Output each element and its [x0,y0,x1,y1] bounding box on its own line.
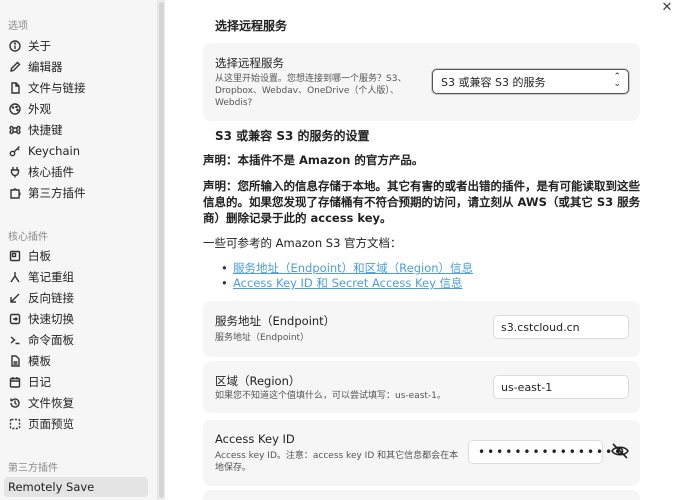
sidebar-item-page-preview[interactable]: 页面预览 [4,414,148,434]
canvas-icon [9,250,21,262]
sidebar-item-label: 关于 [28,39,51,53]
disclaimer-local-line1: 声明：您所输入的信息存储于本地。其它有害的或者出错的插件，是有可能读取到这些 [203,179,640,193]
sidebar-item-label: 命令面板 [28,333,74,347]
section-heading-s3: S3 或兼容 S3 的服务的设置 [215,129,370,143]
sidebar-item-label: 编辑器 [28,60,63,74]
sidebar-scrollbar-thumb[interactable] [159,2,164,498]
setting-next-peek [203,490,640,500]
preview-icon [9,418,21,430]
service-select[interactable]: S3 或兼容 S3 的服务 ⌃ ⌄ [432,69,629,94]
sidebar-item-daily-notes[interactable]: 日记 [4,372,148,392]
history-icon [9,397,21,409]
close-icon[interactable]: ✕ [660,1,674,15]
sidebar-item-label: 文件与链接 [28,81,86,95]
docs-intro: 一些可参考的 Amazon S3 官方文档： [203,236,402,250]
sidebar-item-label: Remotely Save [8,480,95,494]
template-icon [9,355,21,367]
sidebar-item-label: 笔记重组 [28,270,74,284]
sidebar-item-label: 核心插件 [28,165,74,179]
sidebar-item-label: 外观 [28,102,51,116]
sidebar-item-remotely-save[interactable]: Remotely Save [4,477,148,497]
calendar-icon [9,376,21,388]
setting-name: Access Key ID [215,432,295,446]
sidebar-item-community-plugins[interactable]: 第三方插件 [4,183,148,203]
sidebar-item-templates[interactable]: 模板 [4,351,148,371]
sidebar-item-keychain[interactable]: Keychain [4,141,148,161]
sidebar-item-label: 文件恢复 [28,396,74,410]
command-icon [9,124,21,136]
section-heading-choose-service: 选择远程服务 [215,19,288,33]
sidebar-item-label: 反向链接 [28,291,74,305]
sidebar-item-editor[interactable]: 编辑器 [4,57,148,77]
plug-icon [9,166,21,178]
access-key-input[interactable]: •••••••••••••••• [468,440,621,464]
palette-icon [9,103,21,115]
sidebar-item-canvas[interactable]: 白板 [4,246,148,266]
sidebar-item-label: 页面预览 [28,417,74,431]
sidebar-item-label: 日记 [28,375,51,389]
settings-sidebar: 选项 关于 编辑器 文件与链接 外观 快捷键 Keychain 核心插件 第三方… [0,0,158,500]
setting-desc-line2: Dropbox、Webdav、OneDrive（个人版）、 [215,86,399,96]
sidebar-item-appearance[interactable]: 外观 [4,99,148,119]
sidebar-section-options: 选项 [8,21,28,32]
sidebar-item-file-recovery[interactable]: 文件恢复 [4,393,148,413]
disclaimer-official: 声明：本插件不是 Amazon 的官方产品。 [203,153,424,167]
key-icon [9,145,21,157]
pencil-icon [9,61,21,73]
file-icon [9,82,21,94]
merge-icon [9,271,21,283]
eye-off-icon[interactable] [610,442,630,460]
endpoint-input[interactable]: s3.cstcloud.cn [493,315,629,339]
sidebar-item-label: Keychain [28,144,80,158]
bullet: • [221,276,228,290]
info-icon [9,40,21,52]
doc-link-endpoint[interactable]: • 服务地址（Endpoint）和区域（Region）信息 [221,260,473,276]
switch-icon [9,313,21,325]
backlink-icon [9,292,21,304]
setting-name: 选择远程服务 [215,56,284,70]
sidebar-item-about[interactable]: 关于 [4,36,148,56]
sidebar-section-community: 第三方插件 [8,463,58,474]
sidebar-item-command-palette[interactable]: 命令面板 [4,330,148,350]
service-select-value: S3 或兼容 S3 的服务 [441,76,546,89]
disclaimer-local-line2: 信息的。如果您发现了存储桶有不符合预期的访问，请立刻从 AWS（或其它 S3 服… [203,195,641,209]
disclaimer-local-line3: 商）删除记录于此的 access key。 [203,211,392,225]
region-input[interactable]: us-east-1 [493,375,629,399]
setting-desc: 服务地址（Endpoint） [215,333,310,343]
setting-desc-line3: Webdis? [215,98,253,108]
setting-name: 服务地址（Endpoint） [215,314,336,328]
setting-desc-line2: 地保存。 [215,463,252,473]
sidebar-item-label: 白板 [28,249,51,263]
sidebar-item-files-links[interactable]: 文件与链接 [4,78,148,98]
sidebar-item-note-composer[interactable]: 笔记重组 [4,267,148,287]
sidebar-section-core: 核心插件 [8,232,48,243]
sidebar-item-quick-switcher[interactable]: 快速切换 [4,309,148,329]
setting-desc: 如果您不知道这个值填什么，可以尝试填写：us-east-1。 [215,391,446,401]
puzzle-icon [9,187,21,199]
setting-desc-line1: 从这里开始设置。您想连接到哪一个服务？S3、 [215,74,407,84]
sidebar-item-core-plugins[interactable]: 核心插件 [4,162,148,182]
bullet: • [221,261,228,275]
sidebar-item-label: 模板 [28,354,51,368]
chevron-up-down-icon: ⌃ ⌄ [613,72,621,89]
terminal-icon [9,334,21,346]
sidebar-item-backlinks[interactable]: 反向链接 [4,288,148,308]
sidebar-item-label: 第三方插件 [28,186,86,200]
setting-name: 区域（Region） [215,374,301,388]
doc-link-access-key[interactable]: • Access Key ID 和 Secret Access Key 信息 [221,275,463,291]
sidebar-item-hotkeys[interactable]: 快捷键 [4,120,148,140]
sidebar-item-label: 快速切换 [28,312,74,326]
sidebar-item-label: 快捷键 [28,123,63,137]
setting-desc-line1: Access key ID。注意：access key ID 和其它信息都会在本 [215,451,459,461]
